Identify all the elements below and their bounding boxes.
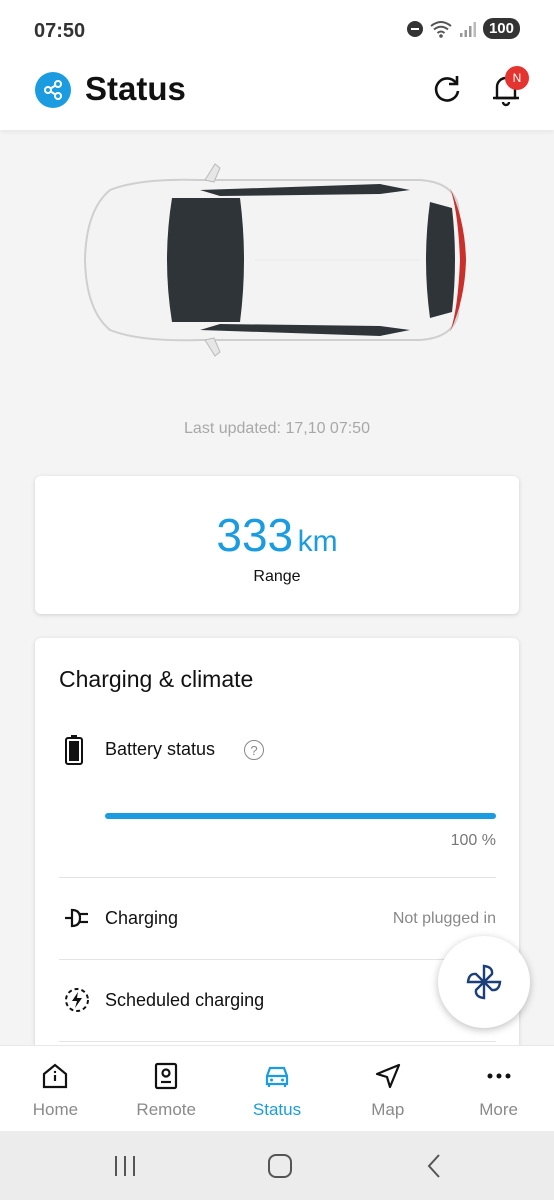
car-icon — [265, 1066, 289, 1087]
plug-icon — [65, 908, 88, 928]
divider — [59, 1041, 496, 1042]
range-card: 333 km Range — [35, 476, 519, 614]
status-icons: 100 — [406, 18, 520, 39]
range-label: Range — [253, 568, 301, 585]
home-button-icon[interactable] — [265, 1153, 295, 1179]
nav-label: Status — [252, 1100, 302, 1119]
refresh-icon[interactable] — [430, 72, 464, 106]
vehicle-top-view-image — [83, 163, 466, 357]
fan-icon — [466, 964, 502, 1000]
more-dots-icon — [487, 1073, 511, 1079]
range-number: 333 — [216, 509, 294, 561]
share-button[interactable] — [35, 72, 71, 108]
battery-percent: 100 % — [450, 832, 496, 849]
app-bar: Status N — [0, 58, 554, 130]
clock: 07:50 — [34, 20, 86, 42]
charging-label: Charging — [105, 908, 179, 928]
system-status-bar: 07:50 100 — [0, 0, 554, 58]
scheduled-charging-label: Scheduled charging — [105, 990, 265, 1010]
remote-icon — [155, 1062, 178, 1090]
battery-icon — [65, 735, 83, 765]
nav-more[interactable]: More — [443, 1046, 554, 1131]
nav-label: Remote — [136, 1100, 196, 1119]
battery-progress-bar — [105, 813, 496, 819]
bottom-navigation: Home Remote Status Map More — [0, 1045, 554, 1131]
last-updated-text: Last updated: 17,10 07:50 — [184, 420, 370, 437]
help-icon[interactable]: ? — [244, 740, 264, 760]
wifi-icon — [430, 20, 452, 38]
nav-label: More — [479, 1100, 518, 1119]
battery-progress-fill — [105, 813, 496, 819]
range-unit: km — [297, 525, 338, 558]
nav-status[interactable]: Status — [222, 1046, 333, 1131]
range-value: 333 km — [35, 508, 519, 562]
nav-remote[interactable]: Remote — [111, 1046, 222, 1131]
section-title: Charging & climate — [59, 666, 254, 692]
recent-apps-icon[interactable] — [110, 1153, 140, 1179]
nav-map[interactable]: Map — [332, 1046, 443, 1131]
charging-status-value: Not plugged in — [392, 910, 496, 927]
battery-level: 100 — [482, 18, 520, 39]
nav-home[interactable]: Home — [0, 1046, 111, 1131]
scheduled-charging-icon — [65, 988, 89, 1012]
system-navigation-bar — [0, 1131, 554, 1200]
page-title: Status — [85, 70, 186, 107]
nav-label: Map — [371, 1100, 405, 1119]
do-not-disturb-icon — [406, 20, 423, 37]
divider — [59, 959, 496, 960]
climate-fan-button[interactable] — [438, 936, 530, 1028]
divider — [59, 877, 496, 878]
home-icon — [43, 1063, 68, 1089]
nav-label: Home — [32, 1100, 79, 1119]
share-icon — [44, 80, 62, 100]
notification-badge: N — [505, 66, 529, 90]
battery-status-label: Battery status — [105, 739, 216, 759]
back-icon[interactable] — [420, 1153, 450, 1179]
signal-icon — [459, 21, 476, 37]
navigation-arrow-icon — [375, 1063, 400, 1089]
